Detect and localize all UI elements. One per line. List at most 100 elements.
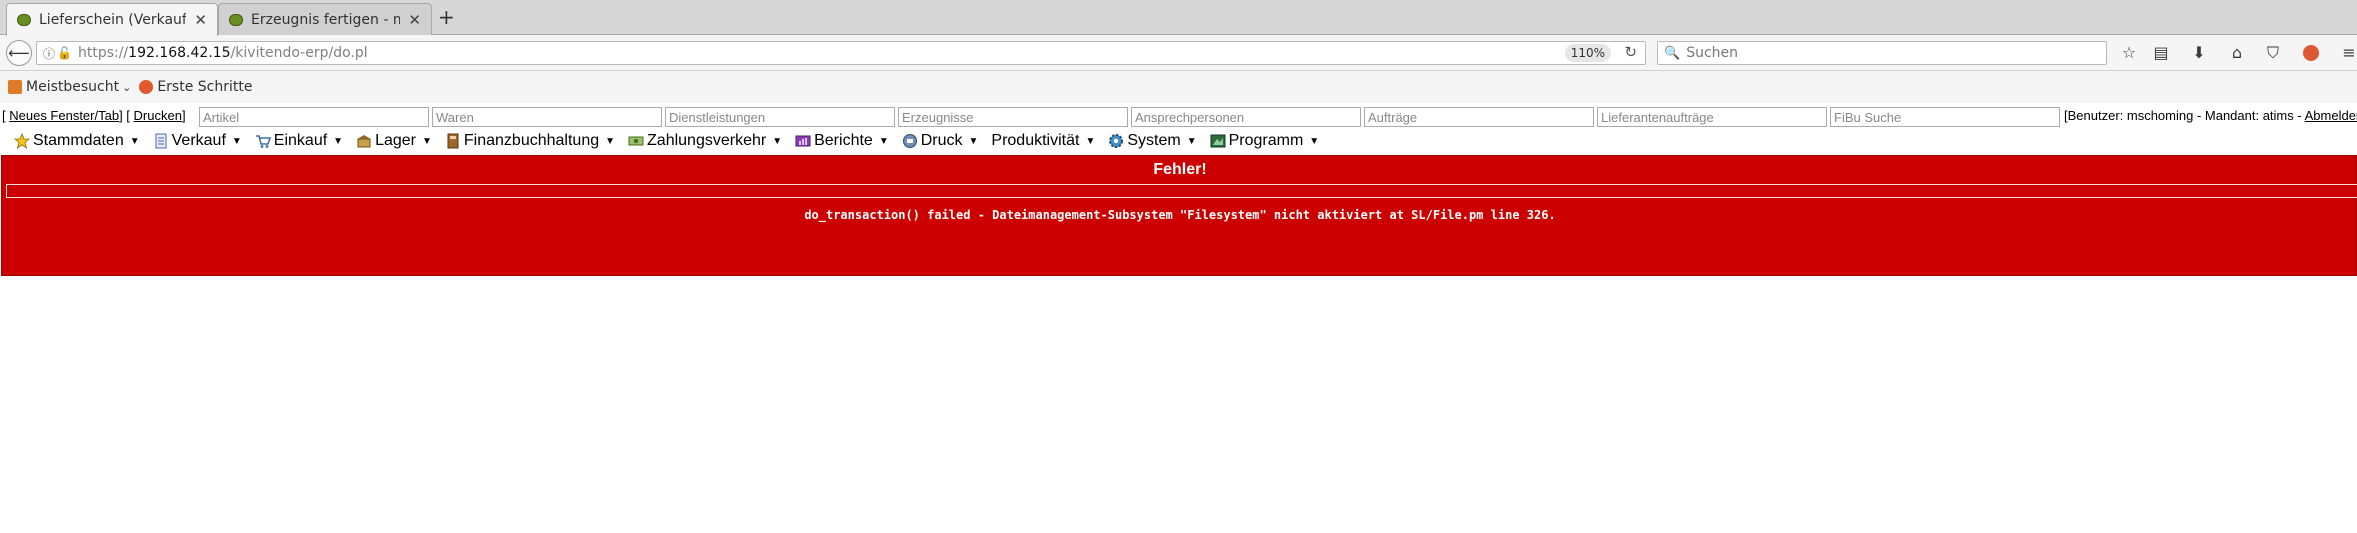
bookmark-meistbesucht[interactable]: Meistbesucht ⌄ [8,79,131,95]
document-icon [153,133,169,149]
menu-programm[interactable]: Programm ▼ [1210,132,1320,150]
reading-list-icon[interactable]: ▤ [2150,43,2172,62]
cart-icon [255,133,271,149]
menu-label: Lager [375,132,416,149]
tab-title: Erzeugnis fertigen - m [251,11,401,28]
menu-produktivitaet[interactable]: Produktivität ▼ [991,132,1095,150]
reload-icon[interactable]: ↻ [1624,43,1637,61]
search-artikel-input[interactable] [199,107,429,127]
menu-system[interactable]: System ▼ [1108,132,1197,150]
ledger-icon [445,133,461,149]
kivitendo-favicon-icon [17,14,31,26]
menu-finanzbuchhaltung[interactable]: Finanzbuchhaltung ▼ [445,132,615,150]
page-content: [ Neues Fenster/Tab] [ Drucken] [Benutze… [0,103,2357,533]
error-message: do_transaction() failed - Dateimanagemen… [804,208,1556,222]
print-link[interactable]: Drucken [134,108,182,123]
menu-label: Programm [1228,132,1304,149]
bookmark-erste-schritte[interactable]: Erste Schritte [139,79,252,95]
search-erzeugnisse-input[interactable] [898,107,1128,127]
menu-label: Druck [920,132,963,149]
tab-erzeugnis[interactable]: Erzeugnis fertigen - m ✕ [218,3,432,35]
browser-navbar: ⟵ ⓘ 🔓 https://192.168.42.15/kivitendo-er… [0,35,2357,71]
bookmarks-toolbar: Meistbesucht ⌄ Erste Schritte [0,71,2357,103]
menu-stammdaten[interactable]: Stammdaten ▼ [13,132,140,150]
gear-icon [1108,133,1124,149]
caret-down-icon: ▼ [968,135,979,147]
search-waren-input[interactable] [432,107,662,127]
program-icon [1210,133,1226,149]
quick-search-bar: [ Neues Fenster/Tab] [ Drucken] [Benutze… [0,105,2357,129]
error-separator [6,184,2357,198]
arrow-left-icon: ⟵ [8,44,30,62]
search-fibu-input[interactable] [1830,107,2060,127]
chevron-down-icon: ⌄ [122,80,132,94]
error-panel: Fehler! do_transaction() failed - Dateim… [1,155,2357,276]
menu-verkauf[interactable]: Verkauf ▼ [153,132,242,150]
close-icon[interactable]: ✕ [194,11,207,29]
menu-label: Finanzbuchhaltung [463,132,600,149]
menu-einkauf[interactable]: Einkauf ▼ [255,132,343,150]
new-tab-button[interactable]: + [438,5,455,29]
hamburger-menu-icon[interactable]: ≡ [2338,43,2357,62]
caret-down-icon: ▼ [1186,135,1197,147]
menu-lager[interactable]: Lager ▼ [356,132,432,150]
main-menu: Stammdaten ▼ Verkauf ▼ Einkauf ▼ Lager ▼ Fin… [0,129,2357,153]
menu-druck[interactable]: Druck ▼ [902,132,979,150]
lock-warning-icon[interactable]: 🔓 [57,46,72,60]
url-protocol: https:// [77,45,129,61]
caret-down-icon: ▼ [878,135,889,147]
back-button[interactable]: ⟵ [6,40,32,66]
logout-link[interactable]: Abmelden [2305,108,2357,123]
pocket-icon[interactable]: ⛉ [2262,43,2284,63]
search-lieferantenauftraege-input[interactable] [1597,107,1827,127]
caret-down-icon: ▼ [1085,135,1096,147]
url-path: /kivitendo-erp/do.pl [230,45,368,61]
close-icon[interactable]: ✕ [408,11,421,29]
caret-down-icon: ▼ [1309,135,1320,147]
duckduckgo-icon[interactable] [2303,45,2319,61]
menu-label: Verkauf [171,132,226,149]
caret-down-icon: ▼ [605,135,616,147]
report-icon [795,133,811,149]
firefox-icon [139,80,154,94]
menu-label: Produktivität [991,132,1080,149]
printer-icon [902,133,918,149]
url-host: 192.168.42.15 [128,45,231,61]
menu-zahlungsverkehr[interactable]: Zahlungsverkehr ▼ [628,132,782,150]
browser-tabbar: Lieferschein (Verkauf) ✕ Erzeugnis ferti… [0,0,2357,36]
menu-label: Zahlungsverkehr [647,132,767,149]
search-bar[interactable]: 🔍 Suchen [1657,41,2107,65]
caret-down-icon: ▼ [422,135,432,147]
search-auftraege-input[interactable] [1364,107,1594,127]
zoom-indicator[interactable]: 110% [1564,44,1611,62]
menu-label: System [1127,132,1181,149]
bookmark-label: Erste Schritte [157,79,253,95]
search-ansprechpersonen-input[interactable] [1131,107,1361,127]
quick-links: [ Neues Fenster/Tab] [ Drucken] [2,108,186,123]
error-title: Fehler! [1153,161,1207,178]
caret-down-icon: ▼ [333,135,344,147]
star-icon [13,132,31,149]
tab-title: Lieferschein (Verkauf) [39,12,187,28]
caret-down-icon: ▼ [231,135,242,147]
search-dienstleistungen-input[interactable] [665,107,895,127]
new-window-link[interactable]: Neues Fenster/Tab [9,108,119,123]
search-placeholder: Suchen [1686,45,1739,61]
home-icon[interactable]: ⌂ [2226,43,2248,62]
caret-down-icon: ▼ [772,135,783,147]
info-icon[interactable]: ⓘ [43,45,55,62]
bookmark-star-icon[interactable]: ☆ [2118,43,2140,62]
warehouse-icon [356,133,372,149]
rss-icon [8,80,22,94]
user-text: [Benutzer: mschoming - Mandant: atims - [2064,108,2305,123]
url-bar[interactable]: ⓘ 🔓 https://192.168.42.15/kivitendo-erp/… [36,41,1646,65]
search-icon: 🔍 [1664,45,1681,61]
download-icon[interactable]: ⬇ [2188,43,2210,62]
user-info: [Benutzer: mschoming - Mandant: atims - … [2064,108,2357,123]
tab-lieferschein[interactable]: Lieferschein (Verkauf) ✕ [6,3,218,36]
menu-label: Stammdaten [33,132,124,149]
menu-label: Einkauf [273,132,328,149]
kivitendo-favicon-icon [229,13,243,26]
menu-berichte[interactable]: Berichte ▼ [795,132,889,150]
menu-label: Berichte [814,132,873,149]
